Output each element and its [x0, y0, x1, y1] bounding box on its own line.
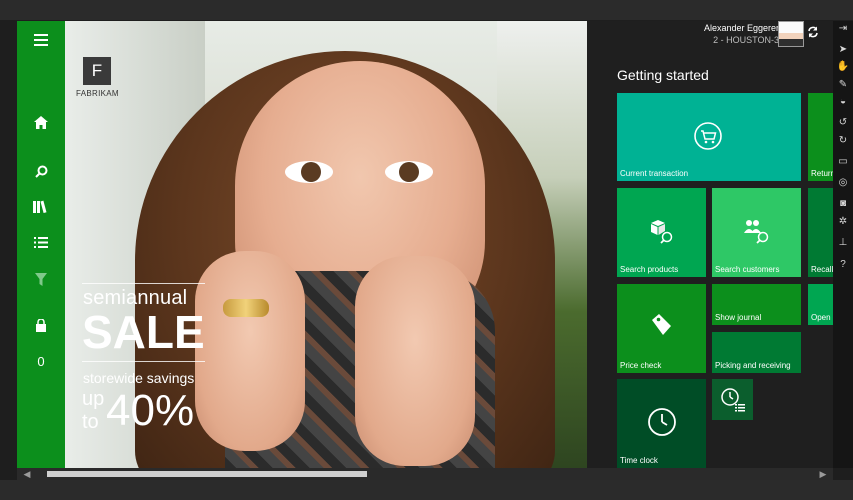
tile-show-journal[interactable]: Show journal [712, 284, 801, 325]
tile-label: Search products [620, 265, 679, 274]
window-bottom-bar [0, 480, 853, 500]
list-icon[interactable] [17, 227, 65, 257]
camera-icon[interactable]: ◙ [836, 198, 850, 210]
left-nav-bar: 0 [17, 21, 65, 468]
rotate-right-icon[interactable]: ↻ [836, 135, 850, 147]
model-left-hand [195, 251, 305, 451]
scroll-left-icon[interactable]: ◀ [21, 468, 33, 480]
cart-count: 0 [17, 346, 65, 376]
hand-icon[interactable]: ✋ [836, 61, 850, 73]
avatar[interactable] [778, 21, 804, 47]
help-icon[interactable]: ? [836, 259, 850, 271]
monitor-icon[interactable]: ▭ [836, 156, 850, 168]
logo-letter: F [91, 61, 103, 80]
cart-count-value: 0 [37, 353, 45, 369]
brand-name: FABRIKAM [76, 89, 119, 98]
cart-icon [694, 122, 722, 150]
tile-label: Price check [620, 361, 662, 370]
window-title-bar [0, 0, 853, 20]
tile-label: Picking and receiving [715, 361, 791, 370]
left-eye [285, 161, 333, 183]
scroll-right-icon[interactable]: ▶ [817, 468, 829, 480]
promo-storewide: storewide savings [83, 370, 195, 386]
rotate-left-icon[interactable]: ↺ [836, 117, 850, 129]
tile-search-customers[interactable]: Search customers [712, 188, 801, 277]
menu-icon[interactable] [17, 25, 65, 55]
customer-search-icon [744, 220, 769, 244]
filter-icon[interactable] [17, 264, 65, 294]
timesheet-icon [721, 388, 745, 412]
tile-label: Search customers [715, 265, 780, 274]
model-right-hand [355, 256, 475, 466]
tile-recall[interactable]: Recall [808, 188, 833, 277]
promo-to: to [82, 411, 99, 433]
scroll-thumb[interactable] [47, 471, 367, 477]
tile-time-clock[interactable]: Time clock [617, 379, 706, 468]
fabrikam-logo: F [83, 57, 111, 85]
pen-icon[interactable]: ✎ [836, 79, 850, 91]
cart-icon[interactable] [17, 310, 65, 340]
products-icon[interactable] [17, 191, 65, 221]
clock-icon [648, 408, 676, 436]
getting-started-panel: Alexander Eggerer 2 - HOUSTON-3 Getting … [587, 21, 833, 468]
tile-label: Open [811, 313, 831, 322]
tile-label: Time clock [620, 456, 658, 465]
tile-timesheet[interactable] [712, 379, 753, 420]
app-window: 0 F FABRIKAM semiannual SALE storewide s… [0, 0, 853, 500]
tile-current-transaction[interactable]: Current transaction [617, 93, 801, 181]
refresh-icon[interactable] [807, 26, 821, 40]
promo-mid-rule [82, 361, 205, 362]
pin-icon[interactable]: ⇥ [836, 23, 850, 35]
tile-label: Current transaction [620, 169, 689, 178]
promo-text: semiannual SALE storewide savings up to … [80, 283, 205, 468]
tile-picking-receiving[interactable]: Picking and receiving [712, 332, 801, 373]
horizontal-scrollbar[interactable]: ◀ ▶ [17, 468, 833, 480]
user-store: 2 - HOUSTON-3 [713, 35, 779, 45]
user-name[interactable]: Alexander Eggerer [704, 23, 779, 33]
globe-icon[interactable]: ◎ [836, 177, 850, 189]
promo-top-rule [82, 283, 205, 284]
promo-sale: SALE [82, 306, 205, 358]
right-toolbar: ⇥ ➤ ✋ ✎ ◒ ↺ ↻ ▭ ◎ ◙ ✲ ⊥ ? [833, 21, 853, 468]
tile-returns[interactable]: Return [808, 93, 833, 181]
tile-label: Recall [811, 265, 833, 274]
price-tag-icon [652, 314, 671, 335]
car-icon[interactable]: ◒ [836, 96, 850, 108]
pointer-icon[interactable]: ➤ [836, 44, 850, 56]
promo-percent: 40% [106, 386, 195, 435]
settings-icon[interactable]: ✲ [836, 216, 850, 228]
getting-started-title: Getting started [617, 67, 709, 83]
tile-price-check[interactable]: Price check [617, 284, 706, 373]
right-eye [385, 161, 433, 183]
tile-label: Show journal [715, 313, 762, 322]
product-search-icon [651, 220, 673, 244]
tile-search-products[interactable]: Search products [617, 188, 706, 277]
tile-label: Return [811, 169, 833, 178]
search-icon[interactable] [17, 156, 65, 186]
hero-banner: F FABRIKAM semiannual SALE storewide sav… [65, 21, 587, 468]
tile-open[interactable]: Open [808, 284, 833, 325]
network-icon[interactable]: ⊥ [836, 237, 850, 249]
model-ring [223, 299, 269, 317]
promo-up: up [82, 388, 105, 410]
home-icon[interactable] [17, 107, 65, 137]
